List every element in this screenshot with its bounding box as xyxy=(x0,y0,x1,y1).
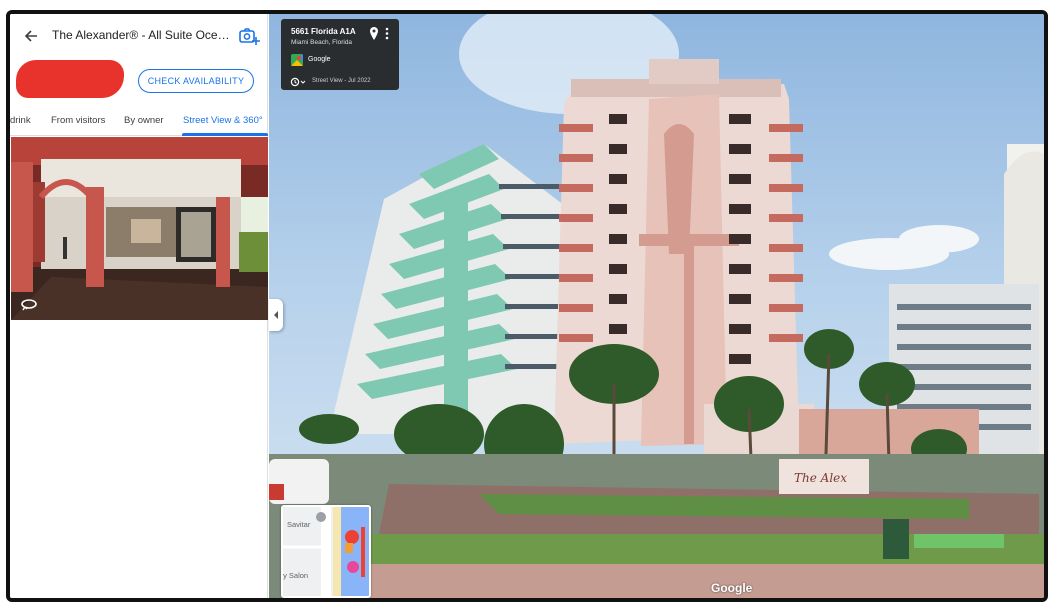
chevron-left-icon xyxy=(274,311,278,319)
check-availability-button[interactable]: CHECK AVAILABILITY xyxy=(138,69,254,93)
minimap[interactable]: Savitar ty Salon xyxy=(281,505,371,598)
app-frame: The Alexander® - All Suite Ocean... CHEC… xyxy=(6,10,1048,602)
collapse-panel-button[interactable] xyxy=(269,299,283,331)
redacted-rating xyxy=(16,60,124,98)
rotate-360-icon xyxy=(21,299,37,311)
tab-drink[interactable]: drink xyxy=(10,115,31,126)
more-vert-icon[interactable] xyxy=(384,27,390,40)
google-watermark: Google xyxy=(711,581,753,595)
lobby-photo-thumbnail[interactable] xyxy=(11,137,268,320)
city-text: Miami Beach, Florida xyxy=(291,39,353,46)
place-panel: The Alexander® - All Suite Ocean... CHEC… xyxy=(10,14,268,598)
address-text: 5661 Florida A1A xyxy=(291,27,356,36)
google-maps-icon xyxy=(291,54,303,66)
active-tab-indicator xyxy=(182,133,268,136)
tab-by-owner[interactable]: By owner xyxy=(124,115,164,126)
capture-date-text: Street View - Jul 2022 xyxy=(312,78,371,84)
panel-header: The Alexander® - All Suite Ocean... xyxy=(10,14,268,58)
street-view-canvas[interactable]: The Alex xyxy=(269,14,1044,598)
history-icon[interactable] xyxy=(290,77,307,87)
map-label-savitar: Savitar xyxy=(287,520,311,529)
photo-tabs: drink From visitors By owner Street View… xyxy=(10,106,268,136)
tab-street-view[interactable]: Street View & 360° xyxy=(183,115,263,126)
location-pin-icon[interactable] xyxy=(369,27,379,40)
street-view-info-card: 5661 Florida A1A Miami Beach, Florida Go… xyxy=(281,19,399,90)
map-label-salon: ty Salon xyxy=(281,571,309,580)
back-button[interactable] xyxy=(20,25,42,47)
add-photo-button[interactable] xyxy=(238,25,260,47)
provider-text: Google xyxy=(308,56,331,63)
place-title: The Alexander® - All Suite Ocean... xyxy=(52,28,232,42)
add-photo-icon xyxy=(239,28,260,45)
svg-text:The Alex: The Alex xyxy=(794,471,847,485)
back-arrow-icon xyxy=(24,30,37,42)
tab-from-visitors[interactable]: From visitors xyxy=(51,115,105,126)
